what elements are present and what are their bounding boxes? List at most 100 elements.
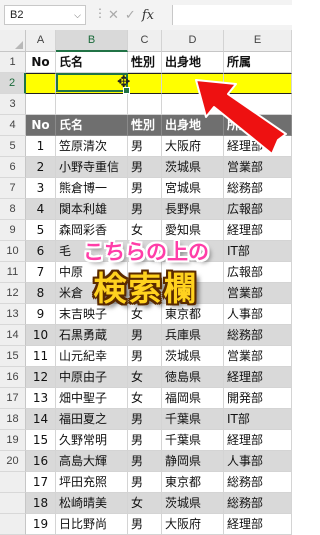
cell-a2[interactable]	[26, 73, 56, 94]
cell-d7[interactable]: 宮城県	[162, 178, 224, 199]
cell-e16[interactable]: 経理部	[224, 367, 292, 388]
cell-d20[interactable]: 静岡県	[162, 451, 224, 472]
cell-a22[interactable]: 18	[26, 493, 56, 514]
cell-e14[interactable]: 総務部	[224, 325, 292, 346]
cell-e20[interactable]: 人事部	[224, 451, 292, 472]
column-header-e[interactable]: E	[224, 30, 292, 52]
cell-b18[interactable]: 福田夏之	[56, 409, 128, 430]
cell-c5[interactable]: 男	[128, 136, 162, 157]
cell-e17[interactable]: 開発部	[224, 388, 292, 409]
row-header[interactable]: 16	[0, 367, 26, 388]
column-header-c[interactable]: C	[128, 30, 162, 52]
row-header[interactable]: 10	[0, 241, 26, 262]
cell-b12[interactable]: 米倉	[56, 283, 128, 304]
cell-c13[interactable]: 女	[128, 304, 162, 325]
cell-c4[interactable]: 性別	[128, 115, 162, 136]
cell-d2[interactable]	[162, 73, 224, 94]
cell-e5[interactable]: 経理部	[224, 136, 292, 157]
enter-icon[interactable]: ✓	[125, 8, 136, 23]
cell-b8[interactable]: 関本利雄	[56, 199, 128, 220]
cell-a16[interactable]: 12	[26, 367, 56, 388]
cell-e12[interactable]: 営業部	[224, 283, 292, 304]
cell-a23[interactable]: 19	[26, 514, 56, 535]
cell-d14[interactable]: 兵庫県	[162, 325, 224, 346]
cell-c8[interactable]: 男	[128, 199, 162, 220]
cell-a21[interactable]: 17	[26, 472, 56, 493]
cell-e3[interactable]	[224, 94, 292, 115]
cell-b16[interactable]: 中原由子	[56, 367, 128, 388]
cell-b6[interactable]: 小野寺重信	[56, 157, 128, 178]
cell-e2[interactable]	[224, 73, 292, 94]
cell-c10[interactable]	[128, 241, 162, 262]
cell-c11[interactable]	[128, 262, 162, 283]
cell-e4[interactable]: 所属	[224, 115, 292, 136]
spreadsheet-grid[interactable]: A B C D E 1 No 氏名 性別 出身地 所属 2 3 4 No 氏名 性別 出身地 所属 5 1 笠原清次男大阪…	[0, 30, 292, 535]
cell-d11[interactable]	[162, 262, 224, 283]
select-all-corner[interactable]	[0, 30, 26, 52]
cell-a13[interactable]: 9	[26, 304, 56, 325]
row-header[interactable]: 2	[0, 73, 26, 94]
cell-d1[interactable]: 出身地	[162, 52, 224, 73]
column-header-d[interactable]: D	[162, 30, 224, 52]
row-header[interactable]: 1	[0, 52, 26, 73]
cell-a11[interactable]: 7	[26, 262, 56, 283]
cell-b23[interactable]: 日比野尚	[56, 514, 128, 535]
row-header[interactable]	[0, 472, 26, 493]
cell-e10[interactable]: IT部	[224, 241, 292, 262]
cell-d4[interactable]: 出身地	[162, 115, 224, 136]
column-header-a[interactable]: A	[26, 30, 56, 52]
cell-b7[interactable]: 熊倉博一	[56, 178, 128, 199]
cell-d5[interactable]: 大阪府	[162, 136, 224, 157]
row-header[interactable]: 4	[0, 115, 26, 136]
cell-b10[interactable]: 毛	[56, 241, 128, 262]
cell-b13[interactable]: 末吉映子	[56, 304, 128, 325]
cell-d23[interactable]: 大阪府	[162, 514, 224, 535]
cell-d17[interactable]: 福岡県	[162, 388, 224, 409]
cell-a7[interactable]: 3	[26, 178, 56, 199]
cell-e1[interactable]: 所属	[224, 52, 292, 73]
row-header[interactable]	[0, 514, 26, 535]
cell-e8[interactable]: 広報部	[224, 199, 292, 220]
cell-b4[interactable]: 氏名	[56, 115, 128, 136]
row-header[interactable]: 8	[0, 199, 26, 220]
row-header[interactable]: 3	[0, 94, 26, 115]
cell-b9[interactable]: 森岡彩香	[56, 220, 128, 241]
cell-d13[interactable]: 東京都	[162, 304, 224, 325]
cell-d22[interactable]: 茨城県	[162, 493, 224, 514]
cell-d18[interactable]: 千葉県	[162, 409, 224, 430]
cell-e15[interactable]: 営業部	[224, 346, 292, 367]
row-header[interactable]: 11	[0, 262, 26, 283]
cell-b11[interactable]: 中原	[56, 262, 128, 283]
cell-b1[interactable]: 氏名	[56, 52, 128, 73]
cell-d6[interactable]: 茨城県	[162, 157, 224, 178]
cell-c21[interactable]: 男	[128, 472, 162, 493]
cell-b3[interactable]	[56, 94, 128, 115]
cell-a1[interactable]: No	[26, 52, 56, 73]
cell-c2[interactable]	[128, 73, 162, 94]
cell-c19[interactable]: 男	[128, 430, 162, 451]
cell-c22[interactable]: 女	[128, 493, 162, 514]
cell-d3[interactable]	[162, 94, 224, 115]
cell-a15[interactable]: 11	[26, 346, 56, 367]
cell-e11[interactable]: 広報部	[224, 262, 292, 283]
row-header[interactable]	[0, 493, 26, 514]
cell-c16[interactable]: 女	[128, 367, 162, 388]
cell-b15[interactable]: 山元紀幸	[56, 346, 128, 367]
row-header[interactable]: 13	[0, 304, 26, 325]
cell-a6[interactable]: 2	[26, 157, 56, 178]
cell-d19[interactable]: 千葉県	[162, 430, 224, 451]
cancel-icon[interactable]: ✕	[108, 8, 119, 23]
cell-c14[interactable]: 男	[128, 325, 162, 346]
drag-handle-icon[interactable]: ⋮	[94, 6, 107, 20]
cell-e13[interactable]: 人事部	[224, 304, 292, 325]
cell-c9[interactable]: 女	[128, 220, 162, 241]
cell-e23[interactable]: 経理部	[224, 514, 292, 535]
cell-b19[interactable]: 久野常明	[56, 430, 128, 451]
column-header-b[interactable]: B	[56, 30, 128, 52]
cell-e21[interactable]: 総務部	[224, 472, 292, 493]
cell-a10[interactable]: 6	[26, 241, 56, 262]
cell-e9[interactable]: 経理部	[224, 220, 292, 241]
row-header[interactable]: 5	[0, 136, 26, 157]
cell-e18[interactable]: IT部	[224, 409, 292, 430]
insert-function-button[interactable]: fx	[142, 8, 154, 23]
